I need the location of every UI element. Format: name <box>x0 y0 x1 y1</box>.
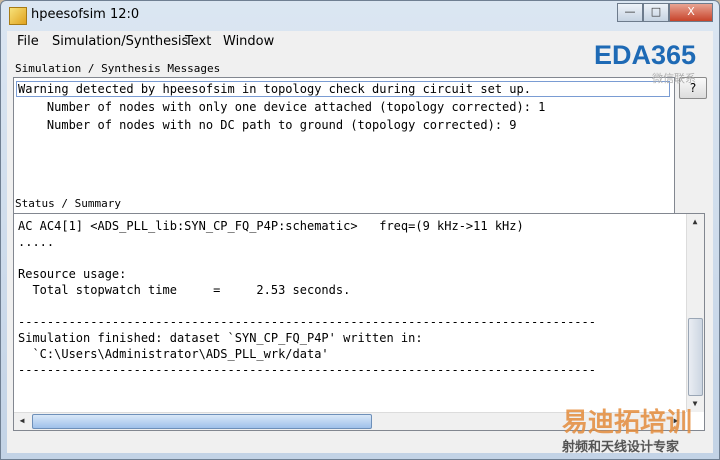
menu-text[interactable]: Text <box>185 34 211 49</box>
status-line: Total stopwatch time = 2.53 seconds. <box>18 283 351 297</box>
scroll-left-arrow-icon[interactable]: ◀ <box>14 413 30 429</box>
scroll-thumb[interactable] <box>688 318 703 396</box>
menu-simulation[interactable]: Simulation/Synthesis <box>52 34 188 49</box>
status-vertical-scrollbar[interactable]: ▲ ▼ <box>686 214 704 412</box>
status-line: Simulation finished: dataset `SYN_CP_FQ_… <box>18 331 423 345</box>
title-bar[interactable]: hpeesofsim 12:0 — □ X <box>1 1 720 31</box>
maximize-button[interactable]: □ <box>643 3 669 22</box>
status-label: Status / Summary <box>15 197 121 210</box>
status-line: ----------------------------------------… <box>18 363 596 377</box>
window-title: hpeesofsim 12:0 <box>31 7 140 22</box>
status-line: `C:\Users\Administrator\ADS_PLL_wrk/data… <box>18 347 329 361</box>
watermark-cn-subtext: 射频和天线设计专家 <box>562 440 680 455</box>
menu-file[interactable]: File <box>17 34 39 49</box>
app-icon <box>9 7 27 25</box>
message-line: Warning detected by hpeesofsim in topolo… <box>16 81 670 97</box>
horizontal-scroll-thumb[interactable] <box>32 414 372 429</box>
status-textbox[interactable]: AC AC4[1] <ADS_PLL_lib:SYN_CP_FQ_P4P:sch… <box>13 213 705 431</box>
messages-label: Simulation / Synthesis Messages <box>15 62 221 75</box>
minimize-button[interactable]: — <box>617 3 643 22</box>
status-line: ..... <box>18 235 55 249</box>
message-line: Number of nodes with no DC path to groun… <box>18 118 517 132</box>
message-line: Number of nodes with only one device att… <box>18 100 546 114</box>
close-button[interactable]: X <box>669 3 713 22</box>
watermark-logo: EDA365 <box>594 40 697 70</box>
menu-window[interactable]: Window <box>223 34 274 49</box>
status-line: AC AC4[1] <ADS_PLL_lib:SYN_CP_FQ_P4P:sch… <box>18 219 524 233</box>
status-line: Resource usage: <box>18 267 127 281</box>
scroll-up-arrow-icon[interactable]: ▲ <box>687 214 703 230</box>
watermark-subtext: 微信联系 <box>652 72 696 85</box>
status-line: ----------------------------------------… <box>18 315 596 329</box>
client-area: File Simulation/Synthesis Text Window Si… <box>7 31 713 453</box>
watermark-cn-logo: 易迪拓培训 <box>562 408 693 438</box>
